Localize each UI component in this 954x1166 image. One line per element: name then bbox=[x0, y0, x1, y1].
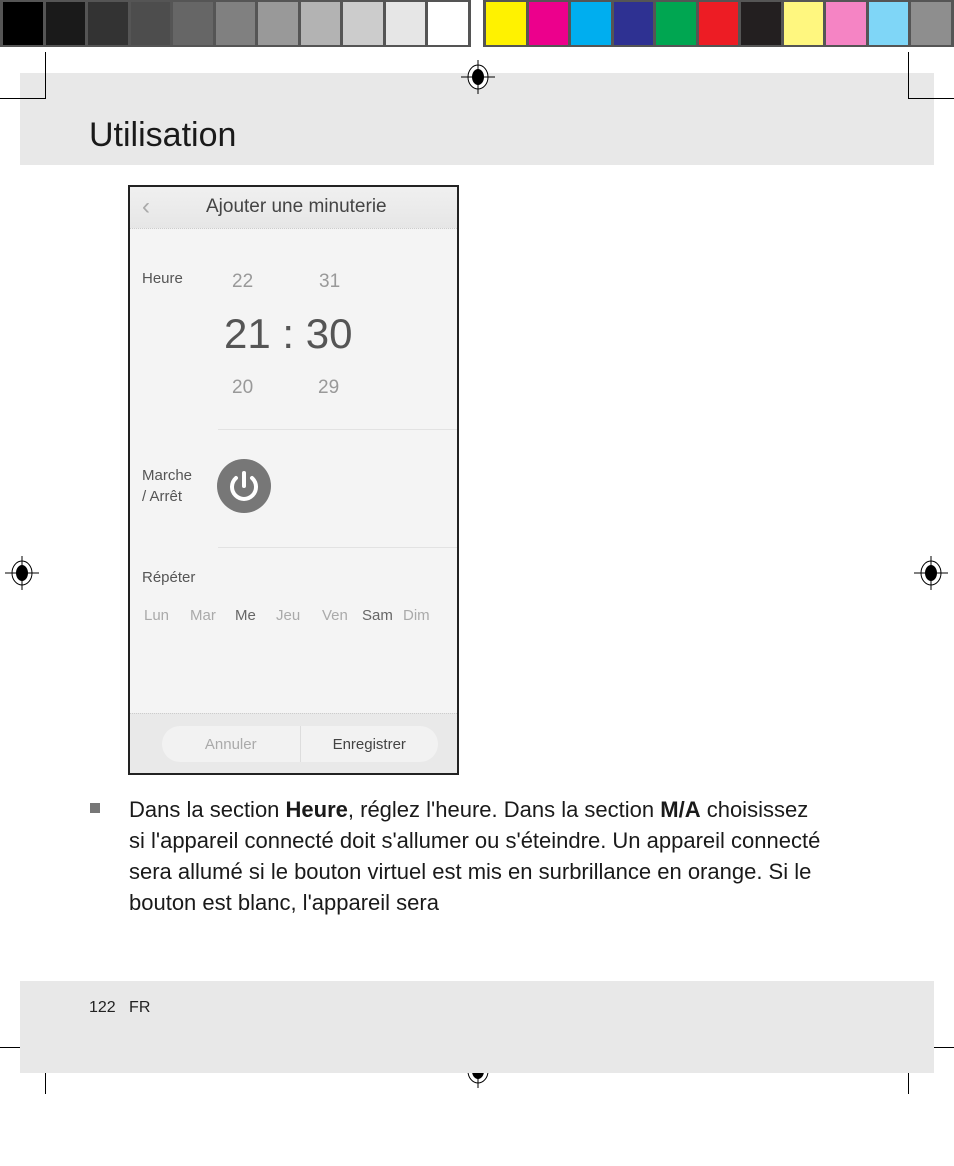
app-title: Ajouter une minuterie bbox=[206, 196, 387, 217]
hour-above[interactable]: 22 bbox=[232, 271, 253, 293]
color-swatch bbox=[911, 2, 952, 45]
crop-mark bbox=[908, 52, 909, 99]
color-swatch bbox=[258, 2, 298, 45]
language-code: FR bbox=[129, 999, 151, 1016]
page-number: 122 bbox=[89, 999, 116, 1016]
power-icon bbox=[230, 471, 258, 501]
color-swatch bbox=[215, 2, 256, 45]
bold-heure: Heure bbox=[285, 797, 348, 822]
color-swatch bbox=[173, 2, 213, 45]
footer-band bbox=[20, 981, 934, 1073]
body-paragraph: Dans la section Heure, réglez l'heure. D… bbox=[129, 794, 829, 918]
day-sat[interactable]: Sam bbox=[362, 607, 393, 624]
onoff-label-2: / Arrêt bbox=[142, 488, 183, 505]
color-swatch bbox=[741, 2, 781, 45]
minute-above[interactable]: 31 bbox=[319, 271, 340, 293]
divider bbox=[218, 547, 457, 548]
page-footer: 122 FR bbox=[89, 999, 150, 1017]
time-picker-value[interactable]: 21 : 30 bbox=[224, 310, 352, 358]
minute-below[interactable]: 29 bbox=[318, 377, 339, 399]
page-title: Utilisation bbox=[89, 116, 237, 154]
color-swatch bbox=[300, 2, 341, 45]
day-sun[interactable]: Dim bbox=[403, 607, 430, 624]
registration-mark-icon bbox=[914, 556, 948, 590]
color-swatch bbox=[130, 2, 171, 45]
gray-color-bar bbox=[0, 0, 471, 47]
text: Dans la section bbox=[129, 797, 286, 822]
divider bbox=[218, 429, 457, 430]
text: , réglez l'heure. Dans la section bbox=[347, 797, 661, 822]
color-swatch bbox=[486, 2, 526, 45]
cancel-button[interactable]: Annuler bbox=[162, 726, 301, 762]
color-swatch bbox=[826, 2, 866, 45]
color-swatch bbox=[528, 2, 569, 45]
color-swatch bbox=[868, 2, 909, 45]
back-chevron-icon[interactable]: ‹ bbox=[142, 193, 150, 221]
save-button[interactable]: Enregistrer bbox=[301, 726, 439, 762]
process-color-bar bbox=[483, 0, 954, 47]
color-swatch bbox=[698, 2, 739, 45]
color-swatch bbox=[385, 2, 426, 45]
color-swatch bbox=[613, 2, 654, 45]
color-swatch bbox=[88, 2, 128, 45]
day-tue[interactable]: Mar bbox=[190, 607, 216, 624]
color-swatch bbox=[571, 2, 611, 45]
hour-label: Heure bbox=[142, 270, 183, 287]
bold-ma: M/A bbox=[660, 797, 701, 822]
color-swatch bbox=[343, 2, 383, 45]
app-footer: Annuler Enregistrer bbox=[130, 713, 457, 773]
registration-mark-icon bbox=[461, 60, 495, 94]
day-fri[interactable]: Ven bbox=[322, 607, 348, 624]
crop-mark bbox=[0, 98, 46, 99]
hour-below[interactable]: 20 bbox=[232, 377, 253, 399]
color-swatch bbox=[783, 2, 824, 45]
registration-mark-icon bbox=[5, 556, 39, 590]
color-swatch bbox=[3, 2, 43, 45]
crop-mark bbox=[908, 98, 954, 99]
color-swatch bbox=[45, 2, 86, 45]
power-toggle-button[interactable] bbox=[217, 459, 271, 513]
color-swatch bbox=[656, 2, 696, 45]
app-screenshot: ‹ Ajouter une minuterie Heure 22 31 21 :… bbox=[128, 185, 459, 775]
crop-mark bbox=[45, 52, 46, 99]
day-wed[interactable]: Me bbox=[235, 607, 256, 624]
app-header: ‹ Ajouter une minuterie bbox=[130, 187, 457, 229]
day-thu[interactable]: Jeu bbox=[276, 607, 300, 624]
bullet-icon bbox=[90, 803, 100, 813]
day-mon[interactable]: Lun bbox=[144, 607, 169, 624]
repeat-label: Répéter bbox=[142, 569, 196, 586]
color-swatch bbox=[428, 2, 469, 45]
onoff-label-1: Marche bbox=[142, 467, 193, 484]
